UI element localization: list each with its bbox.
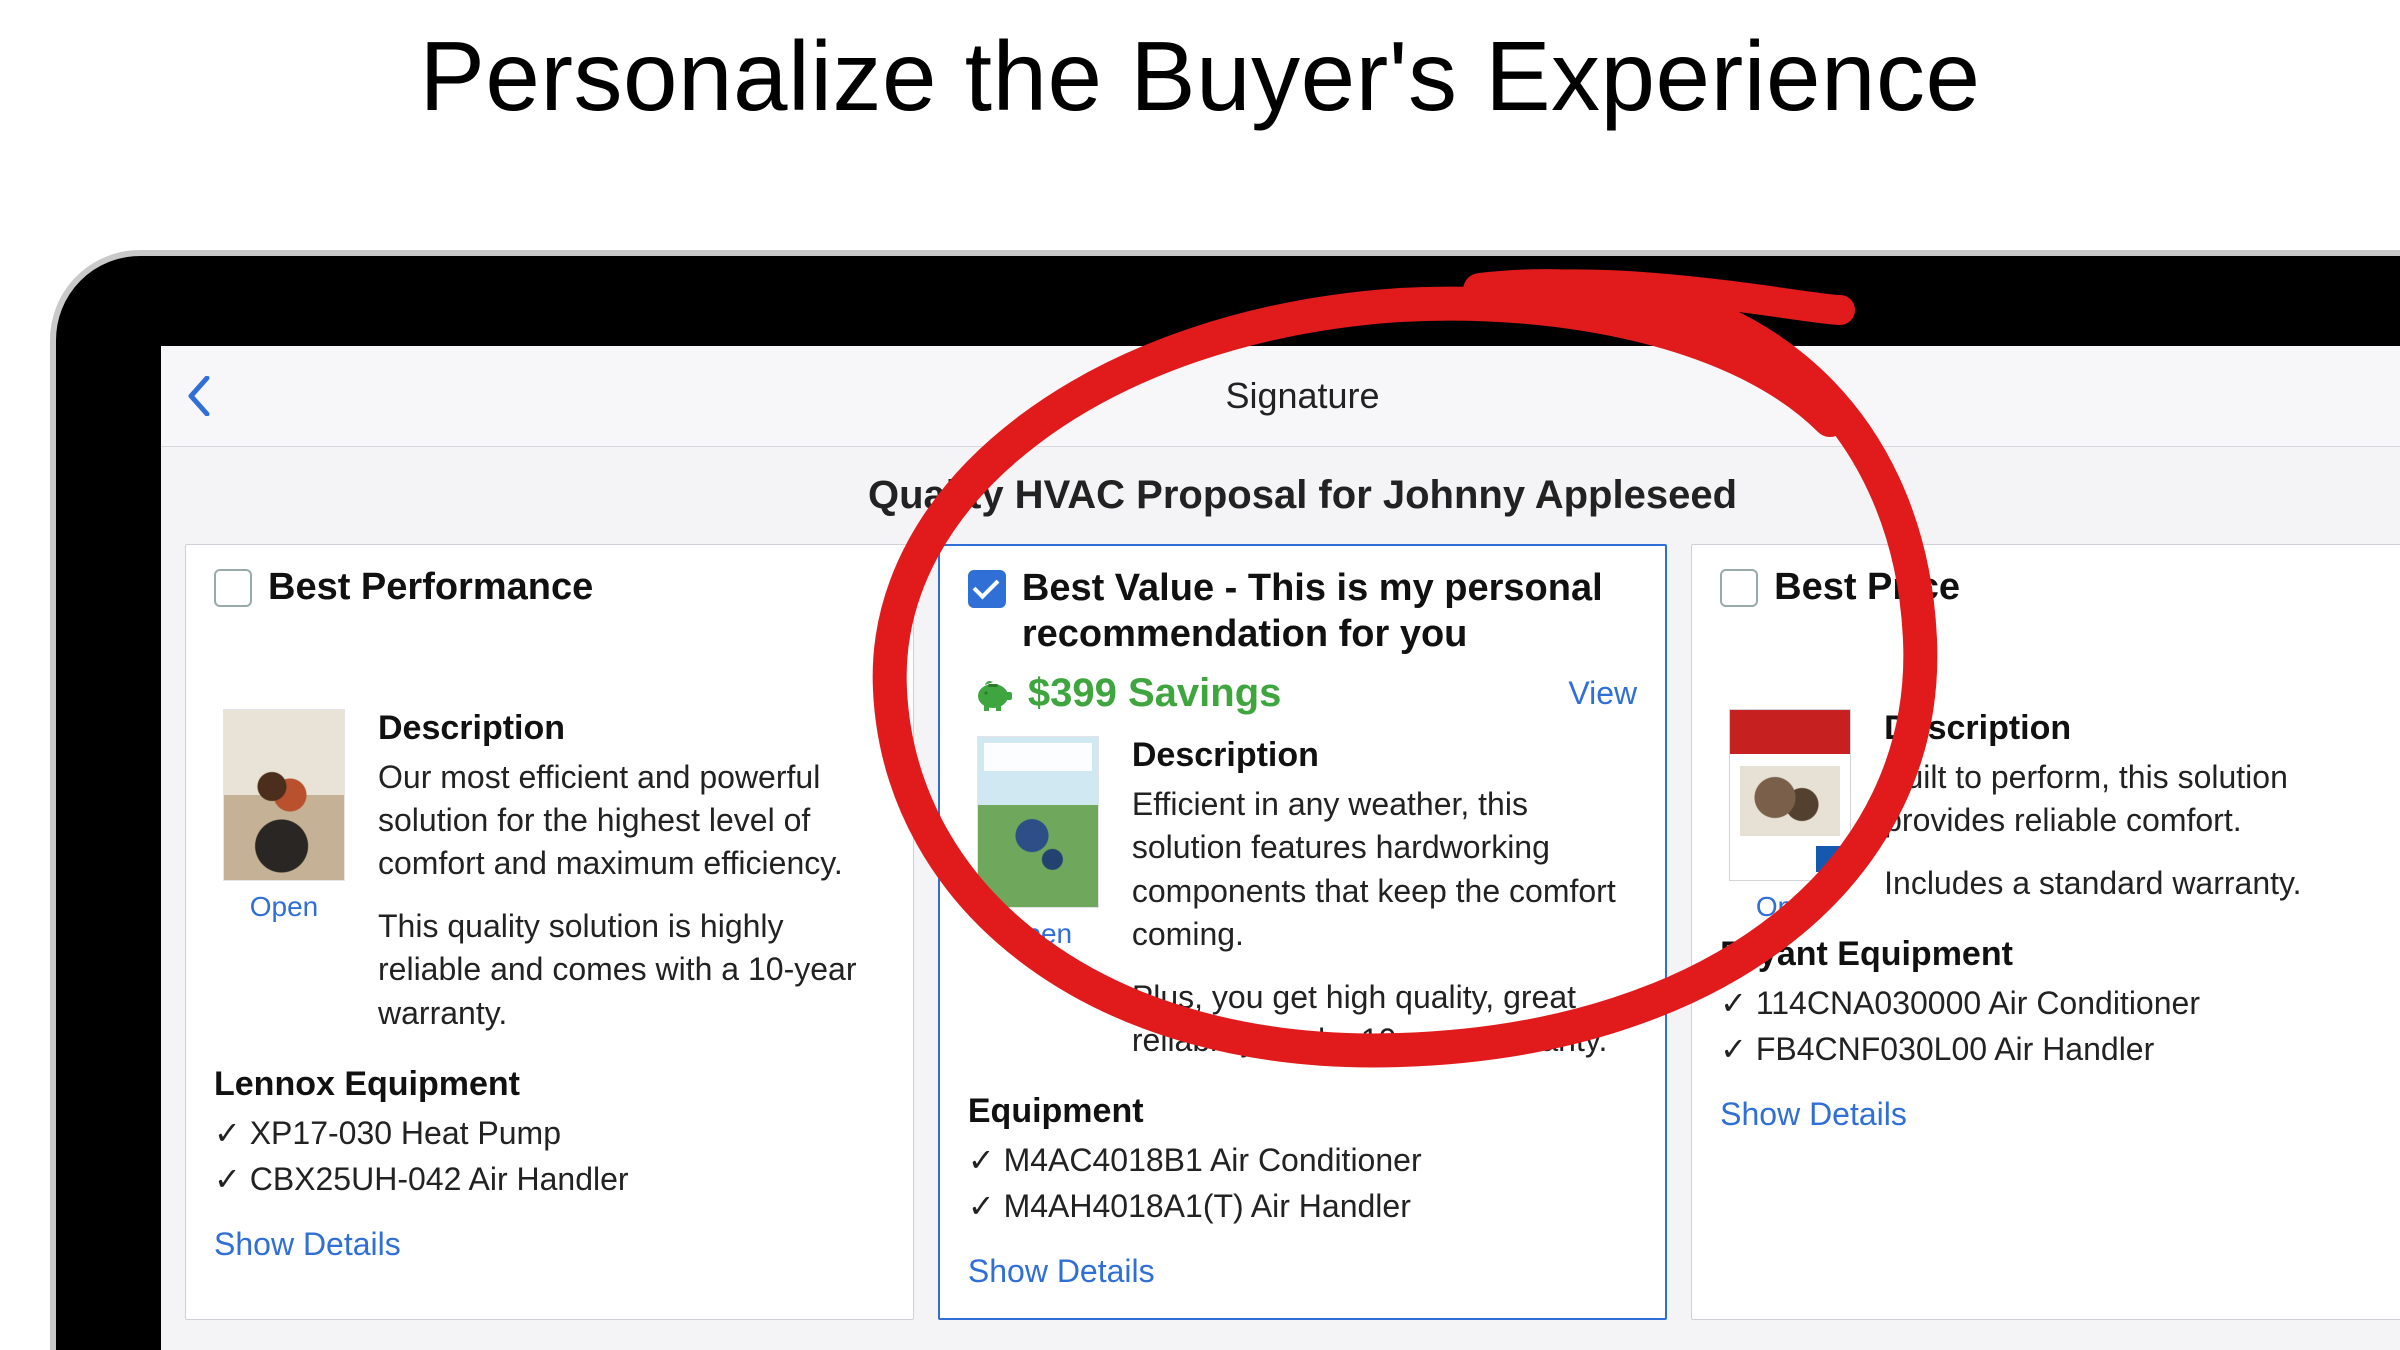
back-button[interactable] [187, 376, 211, 416]
product-thumbnail[interactable] [977, 736, 1099, 908]
description-p2: Includes a standard warranty. [1884, 862, 2391, 905]
equipment-item: FB4CNF030L00 Air Handler [1720, 1026, 2391, 1072]
description-text: Efficient in any weather, this solution … [1132, 783, 1637, 1062]
equipment-item: M4AC4018B1 Air Conditioner [968, 1137, 1637, 1183]
open-link[interactable]: Open [968, 918, 1108, 950]
open-link[interactable]: Open [1720, 891, 1860, 923]
piggy-bank-icon [974, 677, 1014, 711]
cards-row: Best Performance Open Description Our mo… [185, 544, 2400, 1320]
show-details-link[interactable]: Show Details [968, 1253, 1155, 1290]
equipment-heading: Lennox Equipment [214, 1065, 885, 1104]
show-details-link[interactable]: Show Details [1720, 1096, 1907, 1133]
card-title: Best Value - This is my personal recomme… [1022, 566, 1637, 657]
select-checkbox[interactable] [214, 569, 252, 607]
equipment-heading: Bryant Equipment [1720, 935, 2391, 974]
navbar-title: Signature [161, 375, 2400, 417]
slide-title: Personalize the Buyer's Experience [0, 20, 2400, 133]
description-row: Open Description Efficient in any weathe… [968, 736, 1637, 1082]
view-link[interactable]: View [1568, 675, 1637, 712]
description-column: Description Efficient in any weather, th… [1132, 736, 1637, 1082]
card-header: Best Performance [214, 565, 885, 625]
chevron-left-icon [187, 376, 211, 416]
proposal-title: Quality HVAC Proposal for Johnny Applese… [185, 473, 2400, 518]
description-row: Open Description Built to perform, this … [1720, 709, 2391, 926]
description-p1: Our most efficient and powerful solution… [378, 756, 885, 886]
savings-row: $399 Savings View [968, 671, 1637, 716]
equipment-list: XP17-030 Heat Pump CBX25UH-042 Air Handl… [214, 1110, 885, 1202]
description-column: Description Built to perform, this solut… [1884, 709, 2391, 926]
description-p2: Plus, you get high quality, great reliab… [1132, 976, 1637, 1062]
card-title: Best Price [1774, 565, 1960, 611]
tablet-screen: Signature Quality HVAC Proposal for John… [161, 346, 2400, 1350]
proposal-card-best-performance[interactable]: Best Performance Open Description Our mo… [185, 544, 914, 1320]
description-column: Description Our most efficient and power… [378, 709, 885, 1055]
equipment-heading: Equipment [968, 1092, 1637, 1131]
select-checkbox[interactable] [968, 570, 1006, 608]
thumbnail-column: Open [214, 709, 354, 1055]
open-link[interactable]: Open [214, 891, 354, 923]
card-header: Best Value - This is my personal recomme… [968, 566, 1637, 671]
card-header: Best Price [1720, 565, 2391, 625]
equipment-item: XP17-030 Heat Pump [214, 1110, 885, 1156]
equipment-list: 114CNA030000 Air Conditioner FB4CNF030L0… [1720, 980, 2391, 1072]
navbar: Signature [161, 346, 2400, 447]
equipment-item: 114CNA030000 Air Conditioner [1720, 980, 2391, 1026]
description-heading: Description [1132, 736, 1637, 775]
description-p2: This quality solution is highly reliable… [378, 905, 885, 1035]
description-text: Built to perform, this solution provides… [1884, 756, 2391, 906]
equipment-item: M4AH4018A1(T) Air Handler [968, 1183, 1637, 1229]
savings-text: $399 Savings [1028, 671, 1282, 716]
proposal-card-best-price[interactable]: Best Price Open Description [1691, 544, 2400, 1320]
equipment-item: CBX25UH-042 Air Handler [214, 1156, 885, 1202]
product-thumbnail[interactable] [223, 709, 345, 881]
thumbnail-column: Open [1720, 709, 1860, 926]
description-row: Open Description Our most efficient and … [214, 709, 885, 1055]
description-text: Our most efficient and powerful solution… [378, 756, 885, 1035]
proposal-card-best-value[interactable]: Best Value - This is my personal recomme… [938, 544, 1667, 1320]
content: Quality HVAC Proposal for Johnny Applese… [161, 473, 2400, 1320]
thumbnail-column: Open [968, 736, 1108, 1082]
tablet-frame: Signature Quality HVAC Proposal for John… [50, 250, 2400, 1350]
equipment-list: M4AC4018B1 Air Conditioner M4AH4018A1(T)… [968, 1137, 1637, 1229]
savings-left: $399 Savings [974, 671, 1282, 716]
description-heading: Description [378, 709, 885, 748]
card-title: Best Performance [268, 565, 593, 611]
select-checkbox[interactable] [1720, 569, 1758, 607]
energy-badge-icon [1816, 846, 1842, 872]
product-thumbnail[interactable] [1729, 709, 1851, 881]
description-heading: Description [1884, 709, 2391, 748]
show-details-link[interactable]: Show Details [214, 1226, 401, 1263]
description-p1: Built to perform, this solution provides… [1884, 756, 2391, 842]
description-p1: Efficient in any weather, this solution … [1132, 783, 1637, 956]
